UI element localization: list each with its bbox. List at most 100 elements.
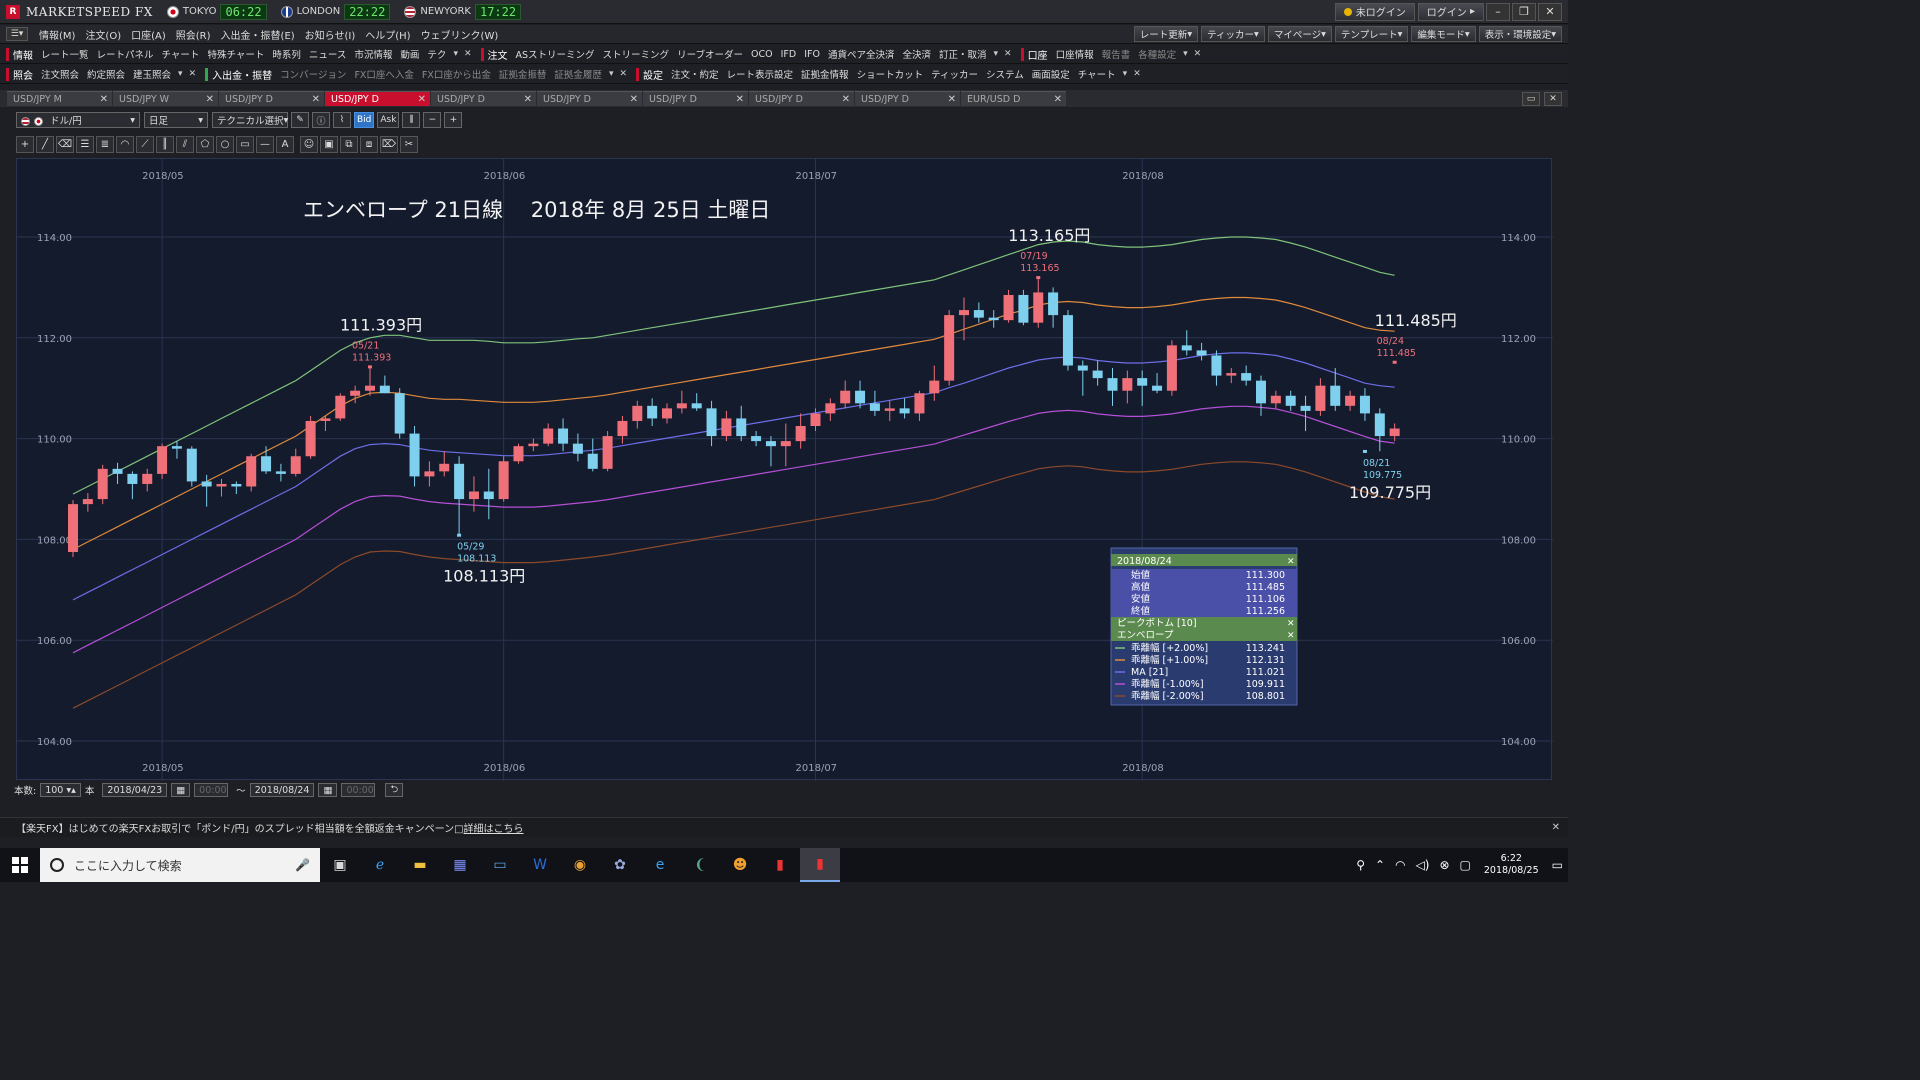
chrome-icon[interactable]: ◉ [560,848,600,882]
copy-icon[interactable]: ⧉ [340,135,358,153]
app-icon-3[interactable]: ☻ [720,848,760,882]
menu-item[interactable]: 注文(O) [80,27,126,42]
toolbar-item[interactable]: IFD [777,49,801,60]
toolbar-item[interactable]: 時系列 [268,47,305,61]
toolbar-item[interactable]: 動画 [396,47,423,61]
to-calendar-icon[interactable]: ▦ [318,783,338,797]
toolbar-item[interactable]: 全決済 [898,47,935,61]
toolbar-item[interactable]: 証拠金振替 [495,67,551,81]
menu-item[interactable]: ヘルプ(H) [360,27,415,42]
menu-right-button[interactable]: マイページ ▾ [1267,26,1332,42]
close-icon[interactable]: ✕ [948,94,956,105]
chevron-down-icon[interactable]: ▾ [1120,69,1131,79]
taskbar-search[interactable]: ここに入力して検索 🎤 [40,848,320,882]
close-icon[interactable]: ✕ [842,94,850,105]
chart-tab[interactable]: USD/JPY D ✕ [431,91,536,106]
crosshair-icon[interactable]: + [16,135,34,153]
toolbar-item[interactable]: IFO [800,49,824,60]
close-icon[interactable]: ✕ [616,69,630,79]
taskbar-clock[interactable]: 6:22 2018/08/25 [1484,853,1539,877]
channel-icon[interactable]: ≣ [96,135,114,153]
menu-item[interactable]: ウェブリンク(W) [416,27,504,42]
chart-tab[interactable]: USD/JPY D ✕ [325,91,430,106]
toolbar-item[interactable]: 口座情報 [1052,47,1098,61]
keyboard-icon[interactable]: ▢ [1460,858,1471,872]
candle-icon[interactable]: ⫼ [402,112,421,128]
login-status[interactable]: 未ログイン [1334,2,1415,21]
close-icon[interactable]: ✕ [630,94,638,105]
chart-tab[interactable]: USD/JPY D ✕ [219,91,324,106]
toolbar-item[interactable]: 証拠金履歴 [550,67,606,81]
chevron-down-icon[interactable]: ▾ [1180,49,1191,59]
fibonacci-arc-icon[interactable]: ◠ [116,135,134,153]
menu-item[interactable]: お知らせ(I) [300,27,361,42]
app-icon[interactable]: ✿ [600,848,640,882]
bid-button[interactable]: Bid [354,112,375,128]
ask-button[interactable]: Ask [377,112,400,128]
paste-icon[interactable]: ⧈ [360,135,378,153]
toolbar-item[interactable]: テク [423,47,450,61]
close-news-icon[interactable]: ✕ [1552,822,1560,833]
info-icon[interactable]: ⓘ [312,112,330,128]
restore-icon[interactable]: ❐ [1512,2,1536,21]
login-button[interactable]: ログイン ▸ [1417,2,1484,21]
toolbar-item[interactable]: 報告書 [1098,47,1135,61]
menu-right-button[interactable]: レート更新 ▾ [1133,26,1199,42]
close-icon[interactable]: ✕ [206,94,214,105]
toolbar-group-label[interactable]: 入出金・振替 [205,67,276,82]
chevron-down-icon[interactable]: ▾ [175,69,186,79]
windows-start-icon[interactable] [0,848,40,882]
from-date-input[interactable]: 2018/04/23 [102,783,168,797]
toolbar-item[interactable]: 訂正・取消 [935,47,991,61]
close-icon[interactable]: ✕ [524,94,532,105]
menu-right-button[interactable]: テンプレート ▾ [1334,26,1409,42]
toolbar-item[interactable]: レートパネル [93,47,158,61]
close-icon[interactable]: ✕ [1538,2,1562,21]
minimize-icon[interactable]: – [1486,2,1510,21]
icon-tool-icon[interactable]: ☺ [300,135,318,153]
timeframe-select[interactable]: 日足 ▾ [144,112,208,128]
explorer-icon[interactable]: ▬ [400,848,440,882]
close-icon[interactable]: ✕ [312,94,320,105]
close-icon[interactable]: ✕ [418,94,426,105]
news-detail-link[interactable]: 詳細はこちら [464,824,524,835]
close-icon[interactable]: ✕ [100,94,108,105]
toolbar-item[interactable]: ショートカット [853,67,928,81]
word-icon[interactable]: W [520,848,560,882]
zoom-in-icon[interactable]: + [444,112,463,128]
zoom-out-icon[interactable]: − [423,112,442,128]
chevron-down-icon[interactable]: ▾ [990,49,1001,59]
task-view-icon[interactable]: ▣ [320,848,360,882]
toolbar-item[interactable]: ティッカー [927,67,982,81]
toolbar-item[interactable]: ストリーミング [599,47,674,61]
close-icon[interactable]: ✕ [1130,69,1144,79]
chart-tab[interactable]: USD/JPY W ✕ [113,91,218,106]
delete-all-icon[interactable]: ✂ [400,135,418,153]
from-time-input[interactable]: 00:00 [194,783,229,797]
toolbar-group-label[interactable]: 設定 [636,67,667,82]
marketspeed-fx-icon[interactable]: ▮ [800,848,840,882]
fan-icon[interactable]: ⟋ [136,135,154,153]
toolbar-item[interactable]: FX口座へ入金 [350,67,417,81]
chart-tab[interactable]: USD/JPY D ✕ [855,91,960,106]
menu-right-button[interactable]: 編集モード ▾ [1411,26,1476,42]
chart-tab[interactable]: USD/JPY M ✕ [7,91,112,106]
volume-icon[interactable]: ◁) [1416,858,1430,872]
toolbar-item[interactable]: ASストリーミング [512,47,599,61]
hline-icon[interactable]: ☰ [76,135,94,153]
count-select[interactable]: 100 ▾▴ [40,783,81,797]
chart-tab[interactable]: USD/JPY D ✕ [643,91,748,106]
polygon-icon[interactable]: ⬠ [196,135,214,153]
chevron-up-icon[interactable]: ⌃ [1375,858,1385,872]
menu-right-button[interactable]: 表示・環境設定 ▾ [1478,26,1562,42]
vlines-icon[interactable]: ║ [156,135,174,153]
toolbar-item[interactable]: 特殊チャート [203,47,268,61]
toolbar-item[interactable]: システム [982,67,1028,81]
chevron-down-icon[interactable]: ▾ [450,49,461,59]
line-icon[interactable]: ╱ [36,135,54,153]
chart-canvas[interactable]: 114.00 114.00 112.00 112.00 110.00 110.00 108.… [17,159,1553,781]
menu-item[interactable]: 入出金・振替(E) [216,27,300,42]
toolbar-item[interactable]: 注文・約定 [667,67,723,81]
eraser-icon[interactable]: ⌫ [56,135,74,153]
chart-tab[interactable]: USD/JPY D ✕ [749,91,854,106]
